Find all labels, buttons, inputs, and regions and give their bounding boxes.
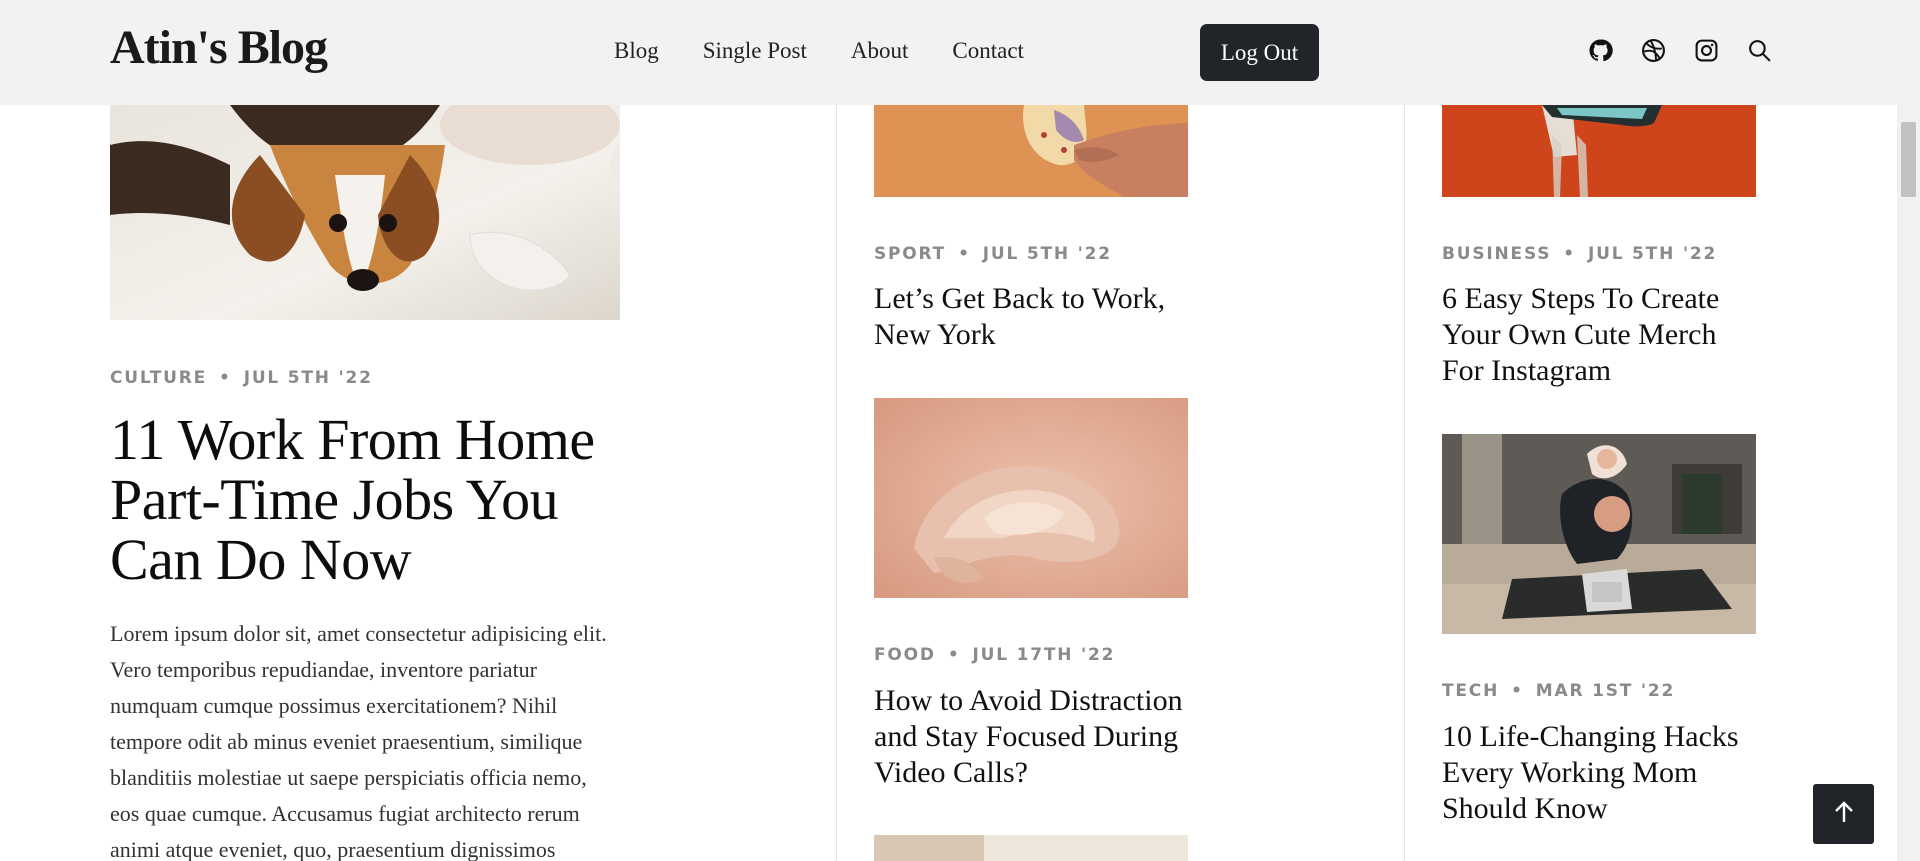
post-image[interactable] (874, 398, 1188, 598)
nav-link-blog[interactable]: Blog (614, 38, 659, 64)
post-meta: TECH • MAR 1ST '22 (1442, 681, 1676, 701)
arrow-up-icon (1833, 800, 1855, 828)
category-label[interactable]: CULTURE (110, 368, 207, 388)
column-divider (836, 105, 837, 861)
main-nav: Blog Single Post About Contact (614, 38, 1024, 64)
post-title[interactable]: How to Avoid Distraction and Stay Focuse… (874, 683, 1194, 791)
feature-post-title[interactable]: 11 Work From Home Part-Time Jobs You Can… (110, 410, 650, 590)
feature-post-image[interactable] (110, 105, 620, 320)
post-meta: FOOD • JUL 17TH '22 (874, 645, 1116, 665)
instagram-icon[interactable] (1694, 38, 1719, 63)
dribbble-icon[interactable] (1641, 38, 1666, 63)
post-date: JUL 5TH '22 (243, 368, 373, 388)
scrollbar-thumb[interactable] (1901, 122, 1916, 197)
category-label[interactable]: BUSINESS (1442, 244, 1551, 264)
nav-link-about[interactable]: About (851, 38, 909, 64)
site-header: Atin's Blog Blog Single Post About Conta… (0, 0, 1920, 105)
post-title[interactable]: 10 Life-Changing Hacks Every Working Mom… (1442, 719, 1742, 827)
post-date: JUL 5TH '22 (982, 244, 1112, 264)
search-icon[interactable] (1747, 38, 1772, 63)
column-divider (1404, 105, 1405, 861)
category-label[interactable]: SPORT (874, 244, 946, 264)
site-logo[interactable]: Atin's Blog (110, 20, 328, 75)
post-image[interactable] (1442, 105, 1756, 197)
nav-link-contact[interactable]: Contact (952, 38, 1024, 64)
post-title[interactable]: Let’s Get Back to Work, New York (874, 281, 1184, 353)
category-label[interactable]: TECH (1442, 681, 1499, 701)
post-date: JUL 17TH '22 (972, 645, 1116, 665)
post-image[interactable] (1442, 434, 1756, 634)
feature-post-excerpt: Lorem ipsum dolor sit, amet consectetur … (110, 621, 607, 861)
nav-link-single-post[interactable]: Single Post (703, 38, 807, 64)
post-meta: CULTURE • JUL 5TH '22 (110, 368, 373, 388)
post-title[interactable]: 6 Easy Steps To Create Your Own Cute Mer… (1442, 281, 1742, 389)
post-meta: BUSINESS • JUL 5TH '22 (1442, 244, 1718, 264)
post-date: MAR 1ST '22 (1535, 681, 1676, 701)
github-icon[interactable] (1588, 38, 1613, 63)
header-icons (1588, 38, 1772, 63)
page-scrollbar[interactable] (1897, 105, 1920, 861)
back-to-top-button[interactable] (1813, 784, 1874, 844)
post-image[interactable] (874, 835, 1188, 861)
post-meta: SPORT • JUL 5TH '22 (874, 244, 1112, 264)
category-label[interactable]: FOOD (874, 645, 936, 665)
post-image[interactable] (874, 105, 1188, 197)
logout-button[interactable]: Log Out (1200, 24, 1319, 81)
post-date: JUL 5TH '22 (1587, 244, 1718, 264)
